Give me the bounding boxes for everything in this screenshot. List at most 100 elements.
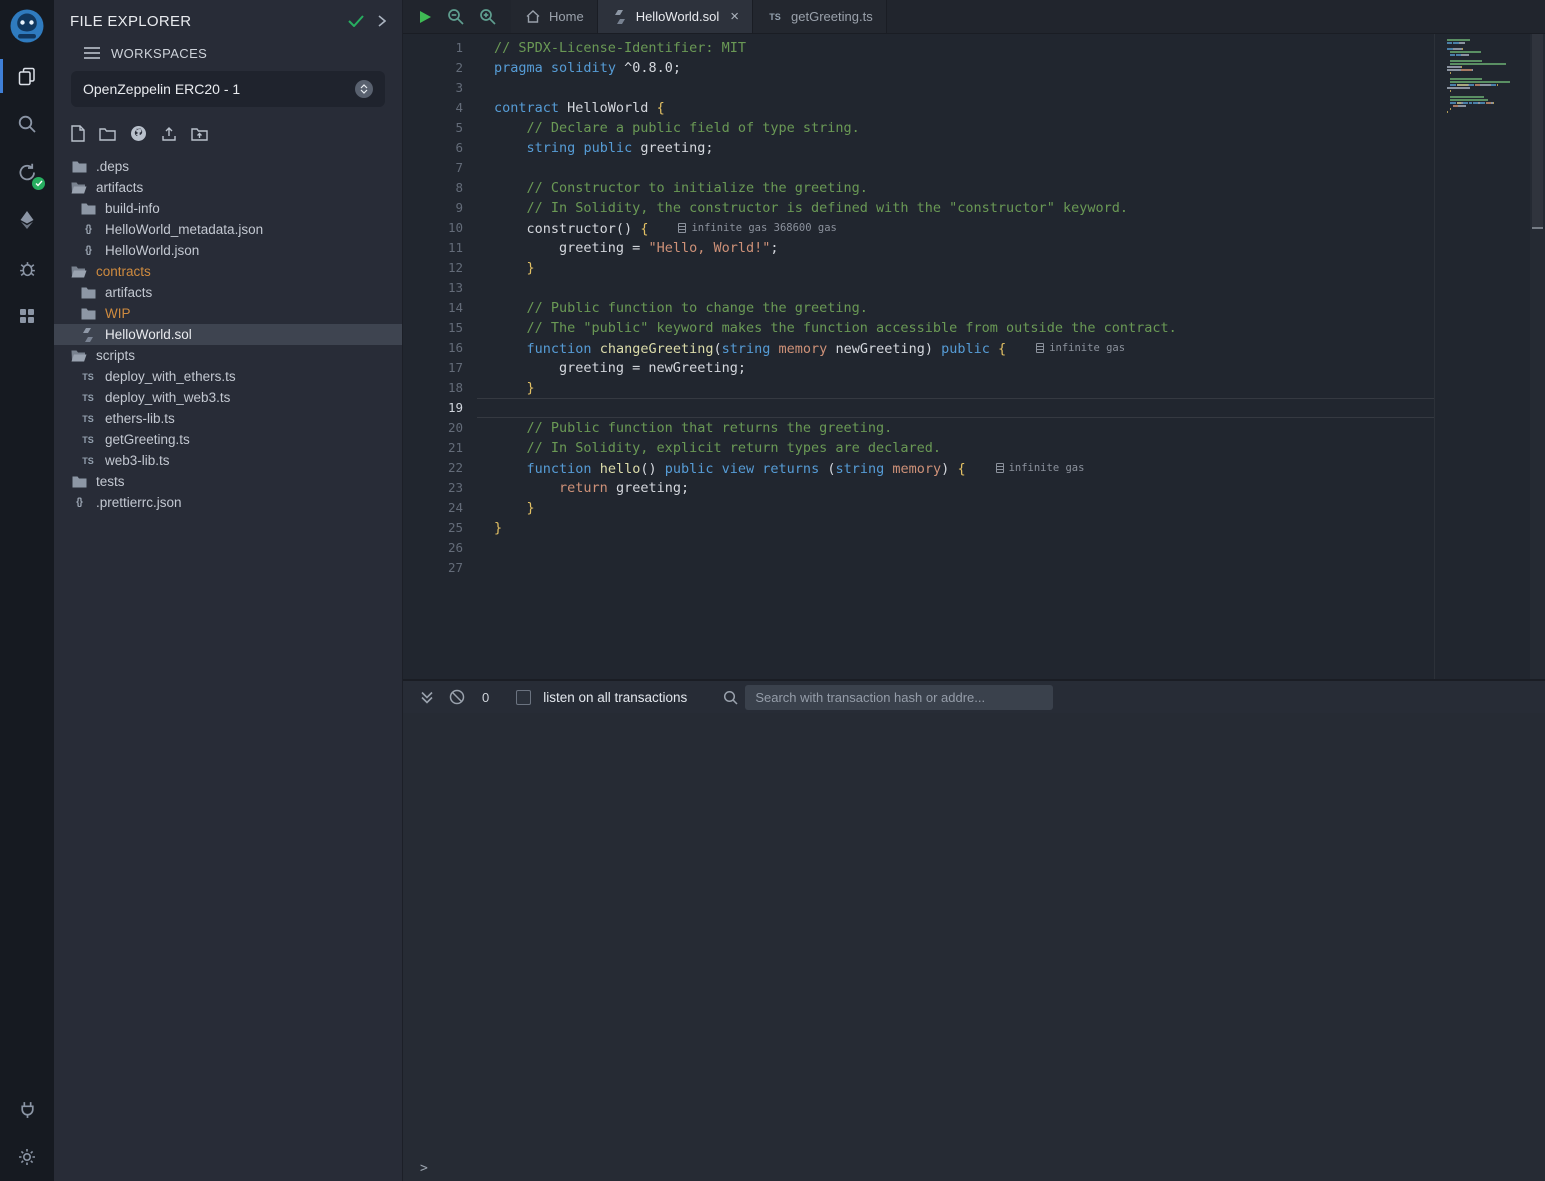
plugin-manager-icon[interactable] <box>0 1085 54 1133</box>
terminal-panel[interactable]: > <box>403 713 1545 1181</box>
tab-Home[interactable]: Home <box>511 0 598 33</box>
clear-icon[interactable] <box>449 689 465 705</box>
code-line[interactable] <box>477 78 1434 98</box>
upload-folder-icon[interactable] <box>191 126 208 141</box>
menu-icon[interactable] <box>84 47 100 59</box>
code-line[interactable]: string public greeting; <box>477 138 1434 158</box>
search-icon[interactable] <box>0 100 54 148</box>
deploy-run-icon[interactable] <box>0 196 54 244</box>
tree-item-deploy_with_web3.ts[interactable]: TSdeploy_with_web3.ts <box>54 387 402 408</box>
tree-item-build-info[interactable]: build-info <box>54 198 402 219</box>
code-line[interactable]: return greeting; <box>477 478 1434 498</box>
line-number[interactable]: 23 <box>403 478 463 498</box>
line-number[interactable]: 18 <box>403 378 463 398</box>
line-number[interactable]: 2 <box>403 58 463 78</box>
tree-item-HelloWorld.sol[interactable]: HelloWorld.sol <box>54 324 402 345</box>
play-icon[interactable] <box>418 10 432 24</box>
code-line[interactable]: constructor() {infinite gas 368600 gas <box>477 218 1434 238</box>
tree-item-deploy_with_ethers.ts[interactable]: TSdeploy_with_ethers.ts <box>54 366 402 387</box>
code-area[interactable]: // SPDX-License-Identifier: MITpragma so… <box>477 34 1434 679</box>
minimap[interactable] <box>1434 34 1530 679</box>
code-line[interactable]: // SPDX-License-Identifier: MIT <box>477 38 1434 58</box>
line-number[interactable]: 27 <box>403 558 463 578</box>
zoom-out-icon[interactable] <box>447 8 464 25</box>
line-number[interactable]: 16 <box>403 338 463 358</box>
line-number[interactable]: 7 <box>403 158 463 178</box>
code-line[interactable] <box>477 558 1434 578</box>
line-number[interactable]: 8 <box>403 178 463 198</box>
code-line[interactable]: } <box>477 498 1434 518</box>
tree-item-ethers-lib.ts[interactable]: TSethers-lib.ts <box>54 408 402 429</box>
line-number[interactable]: 3 <box>403 78 463 98</box>
line-number[interactable]: 22 <box>403 458 463 478</box>
tree-item-.deps[interactable]: .deps <box>54 156 402 177</box>
code-line[interactable]: greeting = newGreeting; <box>477 358 1434 378</box>
tree-item-artifacts[interactable]: artifacts <box>54 177 402 198</box>
line-number[interactable]: 13 <box>403 278 463 298</box>
line-number[interactable]: 5 <box>403 118 463 138</box>
line-number[interactable]: 11 <box>403 238 463 258</box>
file-explorer-icon[interactable] <box>0 52 54 100</box>
chevron-right-icon[interactable] <box>378 15 386 27</box>
workspace-switch-icon[interactable] <box>355 80 373 98</box>
scrollbar[interactable] <box>1530 34 1545 679</box>
code-line[interactable]: } <box>477 258 1434 278</box>
scrollbar-thumb[interactable] <box>1532 34 1543 229</box>
code-line[interactable]: // In Solidity, the constructor is defin… <box>477 198 1434 218</box>
close-icon[interactable]: × <box>730 9 739 24</box>
line-number[interactable]: 10 <box>403 218 463 238</box>
code-line[interactable] <box>477 158 1434 178</box>
tree-item-contracts[interactable]: contracts <box>54 261 402 282</box>
tree-item-getGreeting.ts[interactable]: TSgetGreeting.ts <box>54 429 402 450</box>
line-number[interactable]: 4 <box>403 98 463 118</box>
code-line[interactable]: // In Solidity, explicit return types ar… <box>477 438 1434 458</box>
line-number[interactable]: 24 <box>403 498 463 518</box>
collapse-icon[interactable] <box>420 690 434 705</box>
tree-item-web3-lib.ts[interactable]: TSweb3-lib.ts <box>54 450 402 471</box>
code-line[interactable]: // The "public" keyword makes the functi… <box>477 318 1434 338</box>
zoom-in-icon[interactable] <box>479 8 496 25</box>
code-line[interactable]: function hello() public view returns (st… <box>477 458 1434 478</box>
line-number[interactable]: 17 <box>403 358 463 378</box>
code-line[interactable]: // Constructor to initialize the greetin… <box>477 178 1434 198</box>
code-line[interactable]: // Public function to change the greetin… <box>477 298 1434 318</box>
line-number[interactable]: 25 <box>403 518 463 538</box>
code-line[interactable]: } <box>477 378 1434 398</box>
line-number[interactable]: 21 <box>403 438 463 458</box>
line-number[interactable]: 1 <box>403 38 463 58</box>
tree-item-scripts[interactable]: scripts <box>54 345 402 366</box>
tree-item-HelloWorld.json[interactable]: {}HelloWorld.json <box>54 240 402 261</box>
line-number[interactable]: 20 <box>403 418 463 438</box>
settings-gear-icon[interactable] <box>0 1133 54 1181</box>
code-editor[interactable]: 1234567891011121314151617181920212223242… <box>403 34 1545 680</box>
tree-item-artifacts[interactable]: artifacts <box>54 282 402 303</box>
code-line[interactable]: } <box>477 518 1434 538</box>
line-number[interactable]: 12 <box>403 258 463 278</box>
code-line[interactable] <box>477 278 1434 298</box>
new-folder-icon[interactable] <box>99 127 116 141</box>
line-number[interactable]: 14 <box>403 298 463 318</box>
upload-file-icon[interactable] <box>161 126 177 142</box>
github-icon[interactable] <box>130 125 147 142</box>
listen-all-transactions-checkbox[interactable] <box>516 690 531 705</box>
code-line[interactable]: contract HelloWorld { <box>477 98 1434 118</box>
new-file-icon[interactable] <box>71 125 85 142</box>
code-line[interactable]: pragma solidity ^0.8.0; <box>477 58 1434 78</box>
tab-HelloWorld.sol[interactable]: HelloWorld.sol× <box>598 0 753 33</box>
code-line[interactable] <box>477 538 1434 558</box>
line-number[interactable]: 19 <box>403 398 463 418</box>
code-line[interactable]: // Declare a public field of type string… <box>477 118 1434 138</box>
line-number[interactable]: 6 <box>403 138 463 158</box>
code-line[interactable] <box>477 398 1434 418</box>
tree-item-HelloWorld_metadata.json[interactable]: {}HelloWorld_metadata.json <box>54 219 402 240</box>
workspace-selector[interactable]: OpenZeppelin ERC20 - 1 <box>71 71 385 107</box>
plugin-icon[interactable] <box>0 292 54 340</box>
check-icon[interactable] <box>348 15 364 27</box>
tree-item-tests[interactable]: tests <box>54 471 402 492</box>
code-line[interactable]: function changeGreeting(string memory ne… <box>477 338 1434 358</box>
line-number[interactable]: 9 <box>403 198 463 218</box>
line-number[interactable]: 15 <box>403 318 463 338</box>
code-line[interactable]: // Public function that returns the gree… <box>477 418 1434 438</box>
code-line[interactable]: greeting = "Hello, World!"; <box>477 238 1434 258</box>
line-number[interactable]: 26 <box>403 538 463 558</box>
